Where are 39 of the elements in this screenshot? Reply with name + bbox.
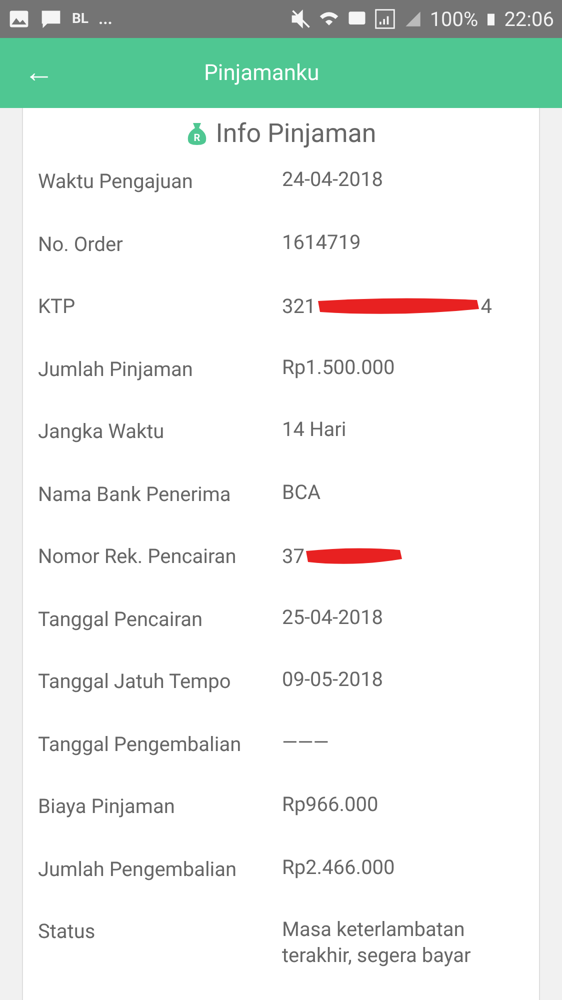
field-label: Biaya Pinjaman bbox=[38, 793, 176, 820]
field-value: 321 bbox=[282, 293, 316, 320]
field-value: 4 bbox=[480, 293, 492, 320]
back-button[interactable]: ← bbox=[24, 58, 54, 88]
field-value: Rp966.000 bbox=[282, 791, 380, 817]
status-time: 22:06 bbox=[504, 6, 554, 33]
battery-percent: 100% bbox=[430, 6, 478, 33]
chat-icon bbox=[40, 8, 62, 30]
field-value: 14 Hari bbox=[282, 416, 348, 442]
field-value: 09-05-2018 bbox=[282, 666, 384, 692]
field-value: ——— bbox=[282, 728, 330, 754]
field-label: Jumlah Pinjaman bbox=[38, 356, 194, 382]
field-value: 37 bbox=[282, 543, 304, 570]
field-label: Tanggal Jatuh Tempo bbox=[38, 668, 232, 695]
field-value: 25-04-2018 bbox=[282, 604, 384, 630]
field-label: No. Order bbox=[38, 230, 124, 258]
image-icon bbox=[8, 8, 30, 30]
field-label: Status bbox=[38, 918, 96, 945]
field-value: BCA bbox=[282, 478, 322, 504]
field-value: Masa keterlambatan terakhir, segera bayar bbox=[282, 916, 472, 968]
mute-icon bbox=[290, 8, 312, 30]
field-value: Rp1.500.000 bbox=[282, 354, 396, 380]
field-value: Rp2.466.000 bbox=[282, 854, 396, 880]
field-label: Nama Bank Penerima bbox=[38, 480, 232, 508]
page-title: Pinjamanku bbox=[204, 60, 320, 88]
field-label: Jangka Waktu bbox=[38, 418, 166, 445]
status-text: BL bbox=[72, 10, 89, 28]
field-value: 1614719 bbox=[282, 228, 362, 254]
money-bag-icon: R bbox=[186, 122, 208, 146]
card-title: Info Pinjaman bbox=[216, 118, 376, 150]
field-value: 24-04-2018 bbox=[282, 166, 384, 192]
field-label: Tanggal Pengembalian bbox=[38, 730, 242, 758]
signal-icon bbox=[374, 8, 396, 30]
field-label: Nomor Rek. Pencairan bbox=[38, 543, 238, 570]
field-label: Tanggal Pencairan bbox=[38, 606, 204, 632]
status-text: ... bbox=[98, 8, 112, 30]
field-label: Jumlah Pengembalian bbox=[38, 856, 238, 882]
field-label: KTP bbox=[38, 293, 76, 320]
field-label: Waktu Pengajuan bbox=[38, 168, 194, 195]
